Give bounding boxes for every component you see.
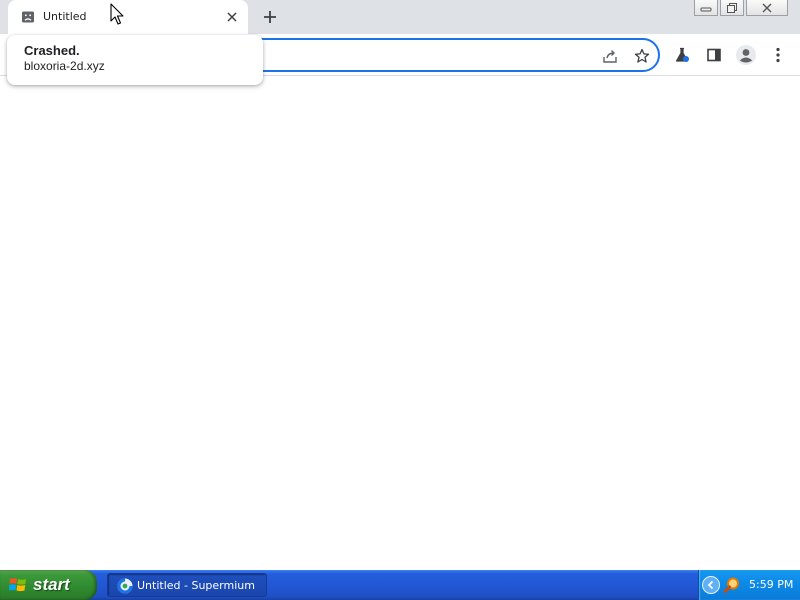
tab-title: Untitled [43, 10, 87, 23]
close-icon [762, 3, 772, 12]
side-panel-button[interactable] [702, 43, 726, 67]
share-button[interactable] [601, 47, 619, 65]
chevron-left-icon [707, 580, 714, 590]
page-content [0, 77, 800, 570]
minimize-button[interactable] [694, 0, 718, 16]
plus-icon [264, 11, 276, 23]
mouse-cursor-icon [110, 3, 126, 27]
restore-icon [727, 2, 737, 13]
kebab-menu-icon [776, 47, 780, 63]
close-icon [227, 12, 237, 22]
tab-untitled[interactable]: Untitled [8, 0, 248, 34]
labs-flask-icon [675, 47, 689, 62]
start-button[interactable]: start [0, 570, 97, 600]
tab-close-button[interactable] [222, 7, 242, 27]
supermium-icon [117, 578, 133, 594]
show-hidden-icons-button[interactable] [702, 576, 720, 594]
share-icon [603, 50, 617, 63]
taskbar-item-supermium[interactable]: Untitled - Supermium [107, 573, 267, 597]
star-icon [634, 48, 650, 63]
desktop-screen: Untitled Crashed. bloxoria-2d.xyz start … [0, 0, 800, 600]
profile-icon [736, 45, 756, 65]
system-tray: 5:59 PM [698, 570, 800, 600]
hovercard-domain: bloxoria-2d.xyz [24, 59, 105, 73]
windows-logo-icon [9, 576, 27, 594]
bookmark-star-button[interactable] [633, 47, 651, 65]
side-panel-icon [707, 48, 721, 62]
window-caption-buttons [692, 0, 788, 16]
new-tab-button[interactable] [258, 5, 282, 29]
minimize-icon [700, 7, 712, 11]
menu-button[interactable] [766, 43, 790, 67]
taskbar-item-label: Untitled - Supermium [137, 579, 255, 592]
taskbar: start Untitled - Supermium 5:59 PM [0, 570, 800, 600]
tab-hovercard: Crashed. bloxoria-2d.xyz [7, 35, 263, 85]
search-icon[interactable] [723, 576, 741, 594]
start-label: start [33, 575, 70, 594]
taskbar-clock: 5:59 PM [749, 578, 794, 591]
sad-tab-icon [21, 10, 35, 24]
profile-button[interactable] [734, 43, 758, 67]
browser-window: Untitled Crashed. bloxoria-2d.xyz [0, 0, 800, 570]
restore-button[interactable] [720, 0, 744, 16]
labs-button[interactable] [670, 43, 694, 67]
hovercard-title: Crashed. [24, 43, 80, 58]
window-close-button[interactable] [746, 0, 788, 16]
